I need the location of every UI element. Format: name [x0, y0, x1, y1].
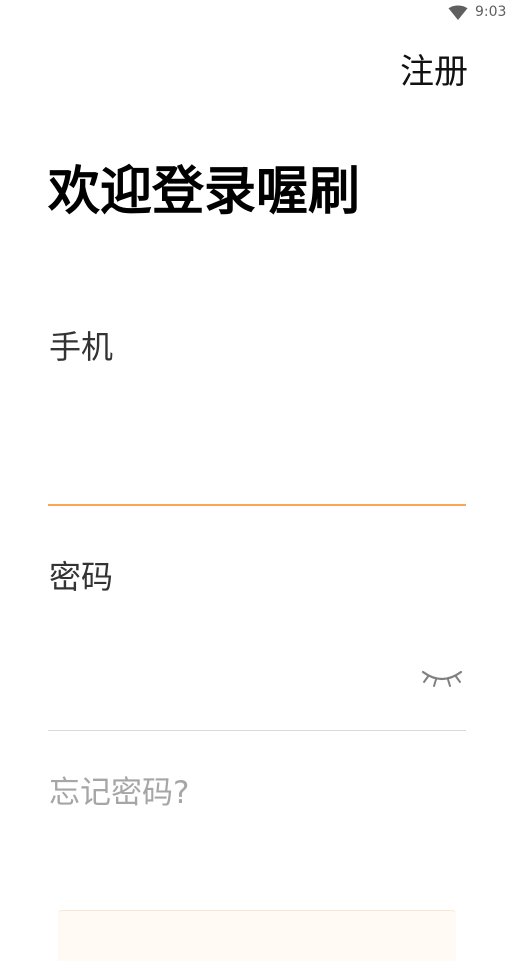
wifi-icon — [448, 5, 468, 20]
password-input[interactable] — [49, 656, 409, 704]
phone-input[interactable] — [49, 450, 465, 498]
register-button[interactable]: 注册 — [400, 50, 468, 94]
phone-label: 手机 — [49, 328, 114, 366]
eye-closed-icon[interactable] — [420, 664, 464, 690]
status-time: 9:03 — [475, 4, 507, 20]
password-underline — [48, 730, 466, 731]
status-bar: 9:03 — [0, 0, 514, 26]
password-label: 密码 — [49, 558, 114, 596]
login-button[interactable] — [58, 910, 456, 961]
phone-underline — [48, 504, 466, 506]
page-title: 欢迎登录喔刷 — [48, 162, 361, 222]
forgot-password-link[interactable]: 忘记密码? — [49, 773, 189, 813]
